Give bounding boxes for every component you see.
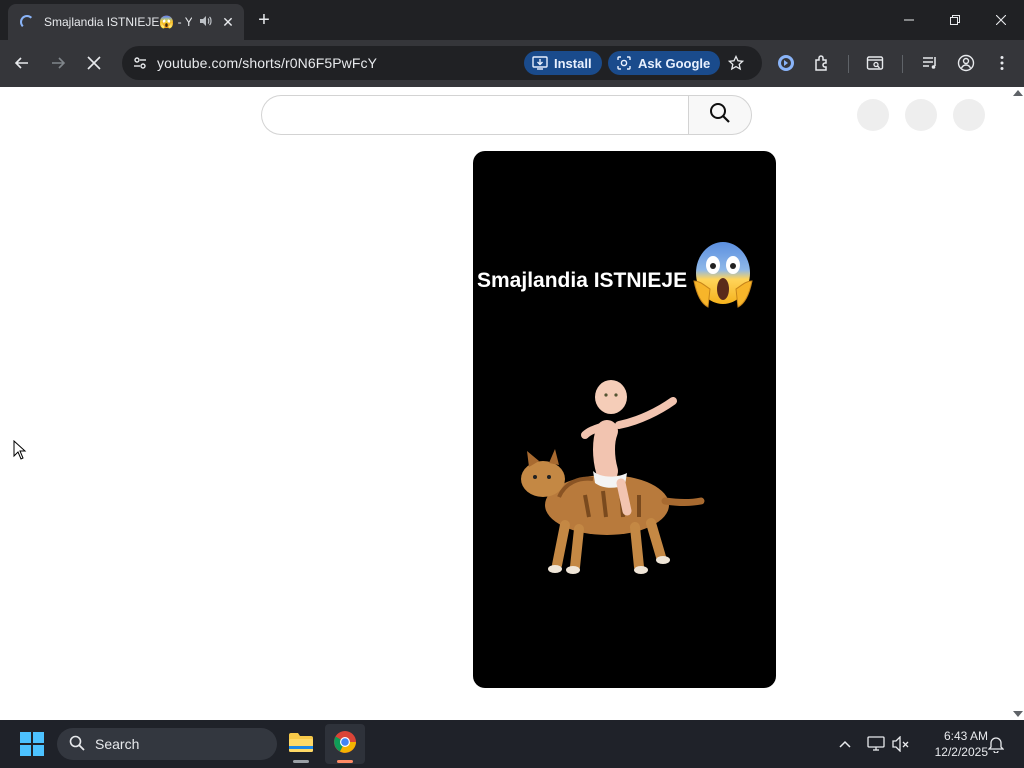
url-text[interactable]: youtube.com/shorts/r0N6F5PwFcY	[157, 55, 377, 71]
forward-button[interactable]	[44, 49, 72, 77]
network-icon[interactable]	[866, 734, 886, 754]
app-active-indicator	[337, 760, 353, 763]
loading-spinner-icon	[20, 15, 34, 29]
close-window-button[interactable]	[978, 0, 1024, 40]
media-control-icon[interactable]	[918, 51, 942, 75]
header-button-placeholder[interactable]	[857, 99, 889, 131]
install-icon	[532, 56, 548, 70]
extensions-puzzle-icon[interactable]	[810, 51, 834, 75]
windows-start-icon[interactable]	[20, 732, 44, 756]
extension-icon[interactable]	[774, 51, 798, 75]
minimize-button[interactable]	[886, 0, 932, 40]
ask-google-label: Ask Google	[638, 55, 711, 71]
tab-close-button[interactable]: ✕	[220, 14, 236, 30]
profile-icon[interactable]	[954, 51, 978, 75]
avatar-placeholder[interactable]	[953, 99, 985, 131]
toolbar-divider	[902, 55, 903, 73]
new-tab-button[interactable]: +	[252, 8, 276, 32]
page-scrollbar[interactable]	[1010, 87, 1024, 720]
tab-strip: Smajlandia ISTNIEJE😱 - Yo ✕ +	[0, 0, 1024, 40]
toolbar-divider	[848, 55, 849, 73]
ask-google-button[interactable]: Ask Google	[608, 51, 721, 75]
speaker-icon[interactable]	[198, 14, 212, 31]
back-button[interactable]	[8, 49, 36, 77]
notification-bell-icon[interactable]	[986, 734, 1006, 754]
page-content: Smajlandia ISTNIEJE	[0, 87, 1010, 720]
more-menu-icon[interactable]	[990, 51, 1014, 75]
chrome-app[interactable]	[325, 724, 365, 764]
taskbar-search-icon	[69, 735, 85, 754]
site-info-icon[interactable]	[128, 51, 152, 75]
show-hidden-icons-chevron-icon[interactable]	[835, 734, 855, 754]
tab-search-icon[interactable]	[863, 51, 887, 75]
clock-time: 6:43 AM	[943, 729, 988, 743]
header-button-placeholder[interactable]	[905, 99, 937, 131]
baby-riding-cat-image	[515, 367, 715, 602]
browser-toolbar: youtube.com/shorts/r0N6F5PwFcY Install A…	[0, 40, 1024, 87]
scroll-down-arrow-icon[interactable]	[1013, 711, 1023, 717]
shorts-video-player[interactable]: Smajlandia ISTNIEJE	[473, 151, 776, 688]
taskbar-search-box[interactable]: Search	[57, 728, 277, 760]
file-explorer-app[interactable]	[281, 724, 321, 764]
windows-taskbar: Search 6:43 AM 12/2/2025	[0, 720, 1024, 768]
taskbar-search-label: Search	[95, 736, 140, 752]
clock-date: 12/2/2025	[934, 745, 988, 759]
scroll-up-arrow-icon[interactable]	[1013, 90, 1023, 96]
tab-title: Smajlandia ISTNIEJE😱 - Yo	[44, 15, 192, 29]
search-input[interactable]	[261, 95, 689, 135]
video-overlay-text: Smajlandia ISTNIEJE	[477, 269, 688, 292]
volume-muted-icon[interactable]	[891, 734, 911, 754]
address-bar[interactable]: youtube.com/shorts/r0N6F5PwFcY Install A…	[122, 46, 762, 80]
search-button[interactable]	[688, 95, 752, 135]
install-app-button[interactable]: Install	[524, 51, 602, 75]
mouse-cursor-icon	[13, 439, 27, 465]
stop-loading-button[interactable]	[80, 49, 108, 77]
screaming-face-emoji	[691, 237, 755, 320]
chrome-icon	[333, 730, 357, 759]
search-icon	[709, 102, 731, 129]
folder-icon	[288, 731, 314, 758]
browser-tab[interactable]: Smajlandia ISTNIEJE😱 - Yo ✕	[8, 4, 244, 40]
restore-button[interactable]	[932, 0, 978, 40]
taskbar-clock[interactable]: 6:43 AM 12/2/2025	[916, 728, 988, 760]
app-running-indicator	[293, 760, 309, 763]
install-label: Install	[554, 55, 592, 71]
google-lens-icon	[616, 55, 632, 71]
bookmark-star-icon[interactable]	[724, 51, 748, 75]
